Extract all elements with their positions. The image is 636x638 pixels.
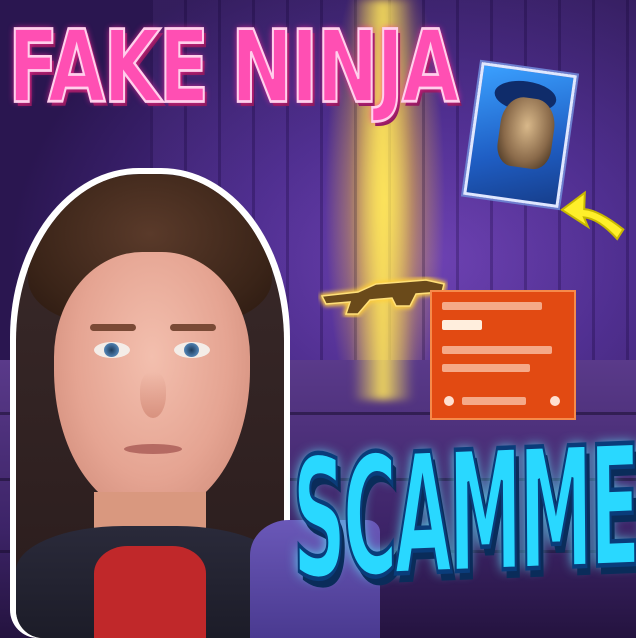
mouth	[124, 444, 182, 454]
info-card-line	[442, 364, 530, 372]
skin-figure	[494, 94, 558, 172]
arrow-up-right-icon	[560, 190, 625, 241]
shirt	[94, 546, 206, 638]
thumbnail: FAKE NINJA SCAMMER!	[0, 0, 636, 638]
info-card-line	[442, 346, 552, 354]
eyebrow	[90, 324, 136, 331]
rifle-icon	[319, 277, 447, 317]
info-card-line	[442, 302, 542, 310]
person-photo	[16, 174, 284, 638]
eyebrow	[170, 324, 216, 331]
face	[54, 252, 250, 514]
info-card-icon	[550, 396, 560, 406]
title-text: FAKE NINJA	[7, 9, 460, 126]
eye	[94, 342, 130, 358]
item-info-card	[430, 290, 576, 420]
info-card-icon	[444, 396, 454, 406]
info-card-line	[462, 397, 526, 405]
eye	[174, 342, 210, 358]
caption-text: SCAMMER!	[290, 406, 636, 619]
info-card-badge	[442, 320, 482, 330]
nose	[140, 372, 166, 418]
